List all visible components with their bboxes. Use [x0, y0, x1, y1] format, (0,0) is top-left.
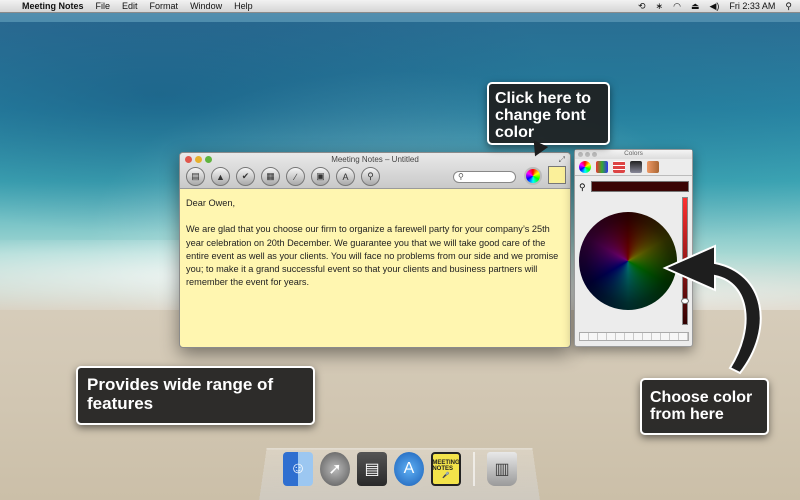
- note-editor[interactable]: Dear Owen, We are glad that you choose o…: [180, 189, 570, 311]
- crayons-tab-icon[interactable]: [647, 161, 659, 173]
- colors-mode-tabs: [575, 159, 692, 176]
- colors-panel-controls: [578, 152, 597, 157]
- font-icon[interactable]: A: [336, 167, 355, 186]
- menu-edit[interactable]: Edit: [122, 1, 138, 11]
- toolbar: ▤ ▲ ✔ ▦ ∕ ▣ A ⚲: [186, 167, 380, 186]
- app-store-icon[interactable]: A: [394, 452, 424, 486]
- menu-format[interactable]: Format: [150, 1, 179, 11]
- colors-close-button[interactable]: [578, 152, 583, 157]
- eject-icon[interactable]: ⏏: [691, 1, 700, 12]
- color-sliders-tab-icon[interactable]: [596, 161, 608, 173]
- note-greeting: Dear Owen,: [186, 198, 236, 208]
- up-arrow-icon[interactable]: ▲: [211, 167, 230, 186]
- menu-help[interactable]: Help: [234, 1, 253, 11]
- window-titlebar[interactable]: Meeting Notes – Untitled ⤢ ▤ ▲ ✔ ▦ ∕ ▣ A…: [180, 153, 570, 189]
- wifi-icon[interactable]: ◠: [673, 1, 681, 12]
- trash-icon[interactable]: ▥: [487, 452, 517, 486]
- finder-icon[interactable]: ☺: [283, 452, 313, 486]
- color-wheel-tab-icon[interactable]: [579, 161, 591, 173]
- menu-window[interactable]: Window: [190, 1, 222, 11]
- search-input[interactable]: ⚲: [453, 171, 516, 183]
- dock-separator: [473, 452, 475, 486]
- microphone-icon[interactable]: ⚲: [361, 167, 380, 186]
- colors-zoom-button[interactable]: [592, 152, 597, 157]
- pen-icon[interactable]: ∕: [286, 167, 305, 186]
- photo-icon[interactable]: ▣: [311, 167, 330, 186]
- checkmark-icon[interactable]: ✔: [236, 167, 255, 186]
- selected-color-swatch: [591, 181, 689, 192]
- callout-choose-color: Choose color from here: [640, 378, 769, 435]
- spotlight-icon[interactable]: ⚲: [785, 1, 792, 12]
- meeting-notes-icon[interactable]: MEETING NOTES 🎤: [431, 452, 461, 486]
- menu-file[interactable]: File: [96, 1, 111, 11]
- clock[interactable]: Fri 2:33 AM: [729, 1, 775, 11]
- colors-minimize-button[interactable]: [585, 152, 590, 157]
- callout-font-color: Click here to change font color: [487, 82, 610, 145]
- font-color-button[interactable]: [524, 167, 542, 185]
- volume-icon[interactable]: ◀): [709, 1, 719, 12]
- meeting-notes-icon-label: MEETING NOTES: [432, 459, 460, 472]
- bluetooth-icon[interactable]: ∗: [656, 1, 664, 12]
- launchpad-icon[interactable]: ➚: [320, 452, 350, 486]
- stack-icon[interactable]: ▦: [261, 167, 280, 186]
- magnifier-icon[interactable]: ⚲: [579, 182, 586, 193]
- note-color-button[interactable]: [548, 166, 566, 184]
- app-menu[interactable]: Meeting Notes: [22, 1, 84, 11]
- curved-arrow-icon: [662, 244, 762, 375]
- document-icon[interactable]: ▤: [186, 167, 205, 186]
- fullscreen-icon[interactable]: ⤢: [559, 155, 565, 165]
- dock: ☺ ➚ ▤ A MEETING NOTES 🎤 ▥: [283, 452, 517, 486]
- window-title: Meeting Notes – Untitled: [331, 155, 419, 164]
- meeting-notes-window: Meeting Notes – Untitled ⤢ ▤ ▲ ✔ ▦ ∕ ▣ A…: [179, 152, 571, 348]
- time-machine-icon[interactable]: ⟲: [638, 1, 646, 12]
- image-palettes-tab-icon[interactable]: [630, 161, 642, 173]
- color-palettes-tab-icon[interactable]: [613, 161, 625, 173]
- note-body: We are glad that you choose our firm to …: [186, 224, 559, 288]
- callout-features: Provides wide range of features: [76, 366, 315, 425]
- menu-bar: Meeting Notes File Edit Format Window He…: [0, 0, 800, 13]
- dashboard-icon[interactable]: ▤: [357, 452, 387, 486]
